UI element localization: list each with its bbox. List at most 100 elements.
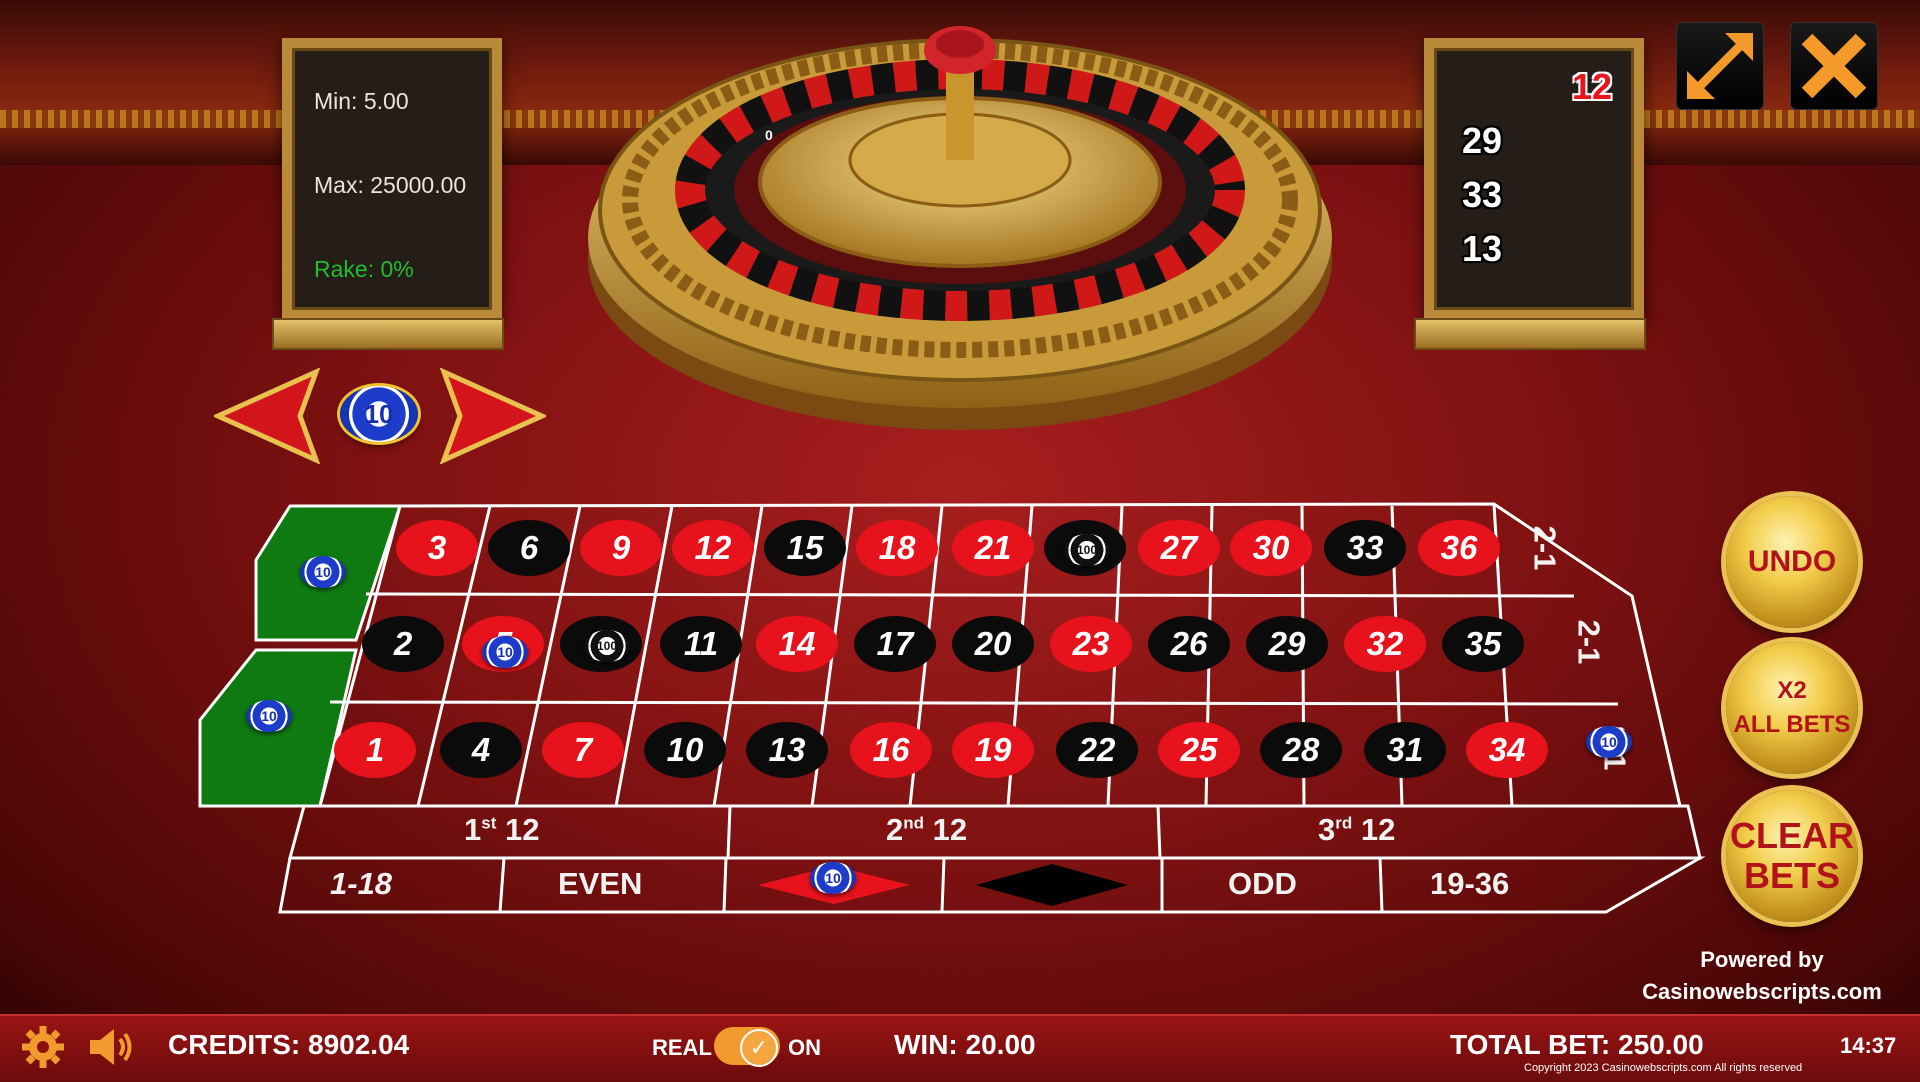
dozen-rest: 12	[932, 812, 968, 847]
placed-chip[interactable]: 10	[300, 556, 346, 588]
number-label: 19	[974, 731, 1012, 768]
number-cell[interactable]: 19	[952, 722, 1034, 778]
number-label: 12	[694, 529, 732, 566]
number-cell[interactable]: 16	[850, 722, 932, 778]
credits-display: CREDITS: 8902.04	[168, 1029, 410, 1060]
number-label: 1	[365, 731, 385, 768]
number-label: 27	[1160, 529, 1198, 566]
number-cell[interactable]: 29	[1246, 616, 1328, 672]
number-cell[interactable]: 13	[746, 722, 828, 778]
dozen-rest: 12	[1360, 812, 1396, 847]
number-cell[interactable]: 12	[672, 520, 754, 576]
number-cell[interactable]: 36	[1418, 520, 1500, 576]
number-cell[interactable]: 31	[1364, 722, 1446, 778]
number-label: 2	[393, 625, 413, 662]
number-cell[interactable]: 32	[1344, 616, 1426, 672]
clear-bets-button[interactable]: CLEAR BETS	[1726, 790, 1858, 922]
total-bet-display: TOTAL BET: 250.00	[1450, 1029, 1704, 1060]
number-cell[interactable]: 2	[362, 616, 444, 672]
all-bets-label: ALL BETS	[1733, 711, 1851, 738]
number-label: 6	[519, 529, 539, 566]
number-cell[interactable]: 25	[1158, 722, 1240, 778]
number-cell[interactable]: 6	[488, 520, 570, 576]
number-label: 33	[1346, 529, 1384, 566]
column-bet-middle[interactable]: 2-1	[1570, 620, 1606, 665]
powered-by-line1: Powered by	[1700, 947, 1824, 972]
placed-chip[interactable]: 100	[1064, 534, 1110, 566]
placed-chip[interactable]: 10	[246, 700, 292, 732]
speaker-icon[interactable]	[88, 1026, 138, 1068]
number-cell[interactable]: 22	[1056, 722, 1138, 778]
number-cell[interactable]: 18	[856, 520, 938, 576]
number-cell[interactable]: 23	[1050, 616, 1132, 672]
number-label: 18	[878, 529, 916, 566]
number-cell[interactable]: 3	[396, 520, 478, 576]
chip-value: 10	[1601, 734, 1617, 750]
double-all-bets-button[interactable]: X2 ALL BETS	[1726, 642, 1858, 774]
dozen-3-bet[interactable]: 3rd 12	[1318, 812, 1395, 848]
undo-label: UNDO	[1747, 545, 1837, 578]
dozen-2-bet[interactable]: 2nd 12	[886, 812, 967, 848]
number-cell[interactable]: 35	[1442, 616, 1524, 672]
powered-by: Powered by Casinowebscripts.com	[1632, 944, 1892, 1008]
number-cell[interactable]: 30	[1230, 520, 1312, 576]
dozen-num: 3	[1318, 812, 1336, 847]
real-label: REAL	[652, 1035, 712, 1060]
win-display: WIN: 20.00	[894, 1029, 1036, 1060]
chip-value: 10	[497, 644, 513, 660]
column-bet-top[interactable]: 2-1	[1526, 526, 1562, 571]
number-label: 10	[666, 731, 704, 768]
number-cell[interactable]: 14	[756, 616, 838, 672]
chip-value: 10	[261, 708, 277, 724]
placed-chip[interactable]: 100	[584, 630, 630, 662]
chip-value: 10	[825, 870, 841, 886]
number-cell[interactable]: 7	[542, 722, 624, 778]
number-label: 14	[778, 625, 816, 662]
number-label: 16	[872, 731, 910, 768]
number-cell[interactable]: 34	[1466, 722, 1548, 778]
gear-icon[interactable]	[20, 1024, 66, 1070]
number-label: 26	[1170, 625, 1208, 662]
on-label: ON	[788, 1035, 821, 1060]
number-cell[interactable]: 20	[952, 616, 1034, 672]
low-bet[interactable]: 1-18	[330, 866, 392, 902]
dozen-num: 2	[886, 812, 904, 847]
placed-chip[interactable]: 10	[810, 862, 856, 894]
number-label: 25	[1180, 731, 1218, 768]
placed-chip[interactable]: 10	[1586, 726, 1632, 758]
check-icon: ✓	[740, 1029, 778, 1067]
number-label: 34	[1488, 731, 1526, 768]
number-cell[interactable]: 33	[1324, 520, 1406, 576]
number-cell[interactable]: 4	[440, 722, 522, 778]
number-cell[interactable]: 26	[1148, 616, 1230, 672]
number-cell[interactable]: 28	[1260, 722, 1342, 778]
number-cell[interactable]: 1	[334, 722, 416, 778]
high-bet[interactable]: 19-36	[1430, 866, 1509, 902]
number-cell[interactable]: 11	[660, 616, 742, 672]
number-cell[interactable]: 17	[854, 616, 936, 672]
number-label: 29	[1268, 625, 1306, 662]
odd-bet[interactable]: ODD	[1228, 866, 1297, 902]
real-mode-toggle[interactable]: ✓	[714, 1027, 780, 1067]
number-cell[interactable]: 10	[644, 722, 726, 778]
placed-chip[interactable]: 10	[482, 636, 528, 668]
dozen-sup: rd	[1335, 813, 1353, 833]
number-label: 31	[1386, 731, 1424, 768]
black-bet-diamond[interactable]	[976, 864, 1128, 906]
number-label: 7	[573, 731, 593, 768]
undo-button[interactable]: UNDO	[1726, 496, 1858, 628]
number-cell[interactable]: 9	[580, 520, 662, 576]
number-label: 35	[1464, 625, 1502, 662]
number-cell[interactable]: 27	[1138, 520, 1220, 576]
number-cell[interactable]: 21	[952, 520, 1034, 576]
number-label: 9	[611, 529, 631, 566]
number-label: 17	[876, 625, 914, 662]
number-cell[interactable]: 15	[764, 520, 846, 576]
number-label: 11	[683, 625, 719, 662]
number-label: 15	[786, 529, 824, 566]
clock: 14:37	[1840, 1033, 1897, 1058]
number-label: 13	[768, 731, 806, 768]
dozen-sup: st	[481, 813, 497, 833]
even-bet[interactable]: EVEN	[558, 866, 642, 902]
dozen-1-bet[interactable]: 1st 12	[464, 812, 539, 848]
